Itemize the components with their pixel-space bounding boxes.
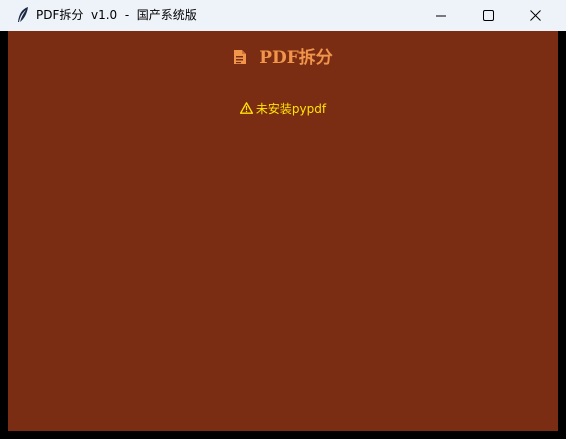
app-window: PDF拆分 v1.0 - 国产系统版 PDF拆分 未安装pypdf [0, 0, 566, 439]
warning-icon [239, 102, 254, 117]
window-title: PDF拆分 v1.0 - 国产系统版 [36, 8, 197, 22]
main-panel: PDF拆分 未安装pypdf [8, 31, 558, 431]
minimize-button[interactable] [418, 0, 464, 31]
heading-text: PDF拆分 [259, 48, 333, 68]
warning-message: 未安装pypdf [8, 100, 558, 117]
page-heading: PDF拆分 [8, 43, 558, 70]
close-button[interactable] [512, 0, 558, 31]
warning-text: 未安装pypdf [255, 102, 327, 116]
maximize-button[interactable] [465, 0, 511, 31]
feather-icon [16, 6, 30, 24]
minimize-icon [436, 6, 446, 25]
document-icon [233, 49, 247, 70]
close-icon [529, 6, 541, 25]
title-bar[interactable]: PDF拆分 v1.0 - 国产系统版 [0, 0, 566, 31]
maximize-icon [482, 6, 494, 25]
